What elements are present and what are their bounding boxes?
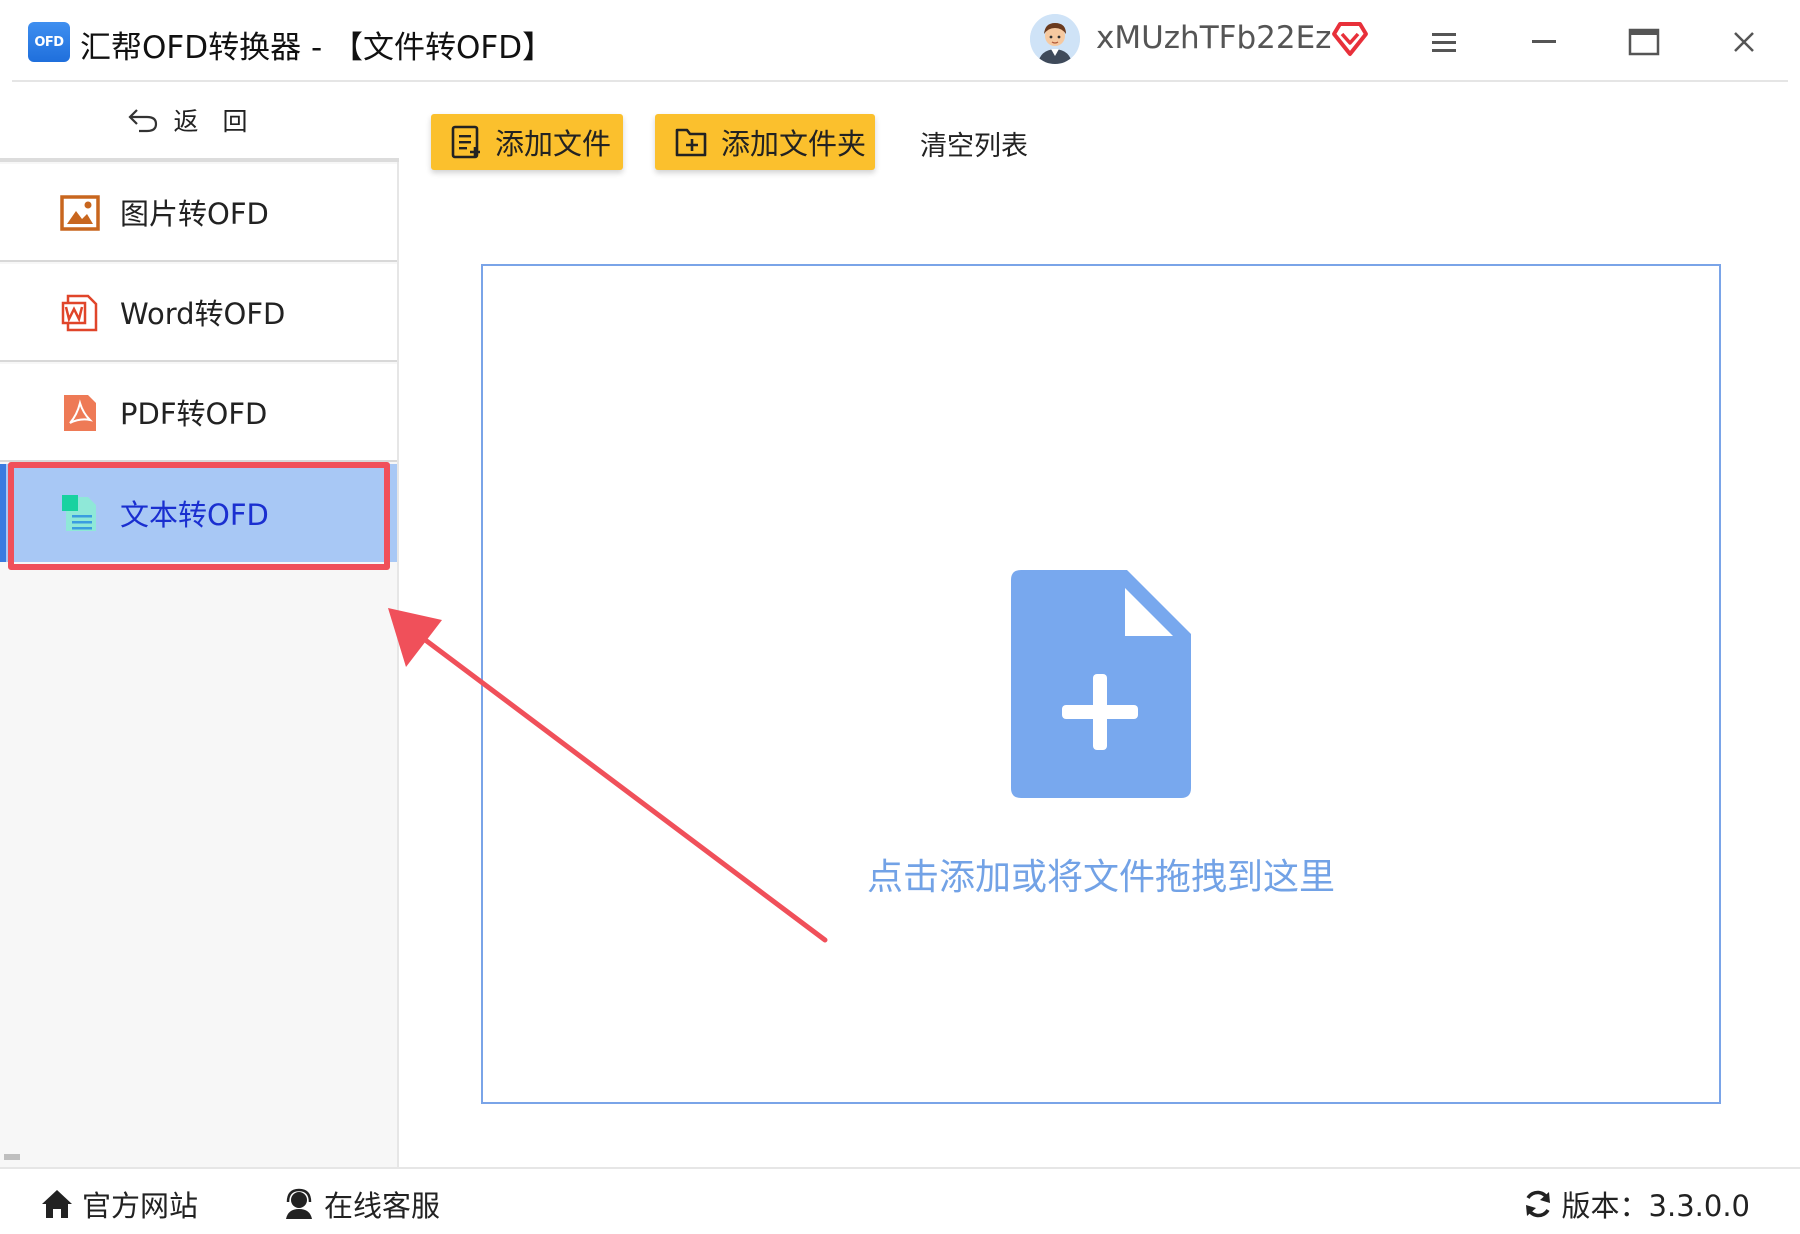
sidebar-item-word-to-ofd[interactable]: Word转OFD: [0, 264, 397, 362]
back-button[interactable]: 返回: [0, 82, 399, 162]
official-website-label: 官方网站: [82, 1189, 199, 1223]
maximize-icon[interactable]: [1620, 18, 1668, 66]
refresh-icon: [1525, 1190, 1550, 1218]
add-file-icon: [451, 125, 480, 159]
sidebar-item-label: PDF转OFD: [120, 397, 268, 431]
scrollbar-stub[interactable]: [4, 1154, 20, 1160]
sidebar: 返回 图片转OFD Word转OFD PDF转OFD 文本转OFD: [0, 82, 399, 1167]
sidebar-item-label: 文本转OFD: [120, 498, 269, 532]
ofd-logo-icon: OFD: [28, 22, 70, 62]
back-label: 返回: [173, 107, 272, 136]
sidebar-item-label: 图片转OFD: [120, 197, 269, 231]
version-label: 版本：3.3.0.0: [1561, 1189, 1750, 1223]
add-file-large-icon: [1011, 570, 1191, 798]
minimize-icon[interactable]: [1520, 18, 1568, 66]
home-icon: [42, 1190, 72, 1218]
sidebar-item-pdf-to-ofd[interactable]: PDF转OFD: [0, 364, 397, 462]
online-support-label: 在线客服: [324, 1189, 441, 1223]
back-arrow-icon: [128, 109, 158, 133]
drop-zone-hint: 点击添加或将文件拖拽到这里: [866, 857, 1335, 898]
clear-list-button[interactable]: 清空列表: [920, 124, 1028, 163]
sidebar-item-label: Word转OFD: [120, 297, 286, 331]
add-folder-icon: [675, 128, 707, 157]
official-website-link[interactable]: 官方网站: [40, 1183, 198, 1225]
sidebar-item-text-to-ofd[interactable]: 文本转OFD: [0, 464, 397, 562]
customer-service-icon: [286, 1188, 312, 1219]
text-file-icon: [62, 495, 96, 531]
word-icon: [61, 294, 98, 332]
title-bar: OFD 汇帮OFD转换器 - 【文件转OFD】 xMUzhTFb22Ez: [0, 0, 1800, 82]
hamburger-menu-icon[interactable]: [1420, 18, 1468, 66]
version-info[interactable]: 版本：3.3.0.0: [1522, 1183, 1750, 1225]
file-drop-zone[interactable]: 点击添加或将文件拖拽到这里: [481, 264, 1721, 1104]
add-folder-button[interactable]: 添加文件夹: [655, 114, 875, 170]
close-icon[interactable]: [1720, 18, 1768, 66]
diamond-heart-icon[interactable]: [1330, 18, 1370, 58]
footer-bar: 官方网站 在线客服 版本：3.3.0.0: [0, 1167, 1800, 1234]
add-file-button[interactable]: 添加文件: [431, 114, 623, 170]
active-indicator: [0, 464, 6, 562]
add-folder-label: 添加文件夹: [721, 127, 867, 161]
app-title: 汇帮OFD转换器 - 【文件转OFD】: [80, 30, 554, 66]
sidebar-item-image-to-ofd[interactable]: 图片转OFD: [0, 164, 397, 262]
online-support-link[interactable]: 在线客服: [282, 1183, 440, 1225]
image-icon: [60, 195, 100, 231]
username[interactable]: xMUzhTFb22Ez: [1096, 20, 1331, 56]
pdf-icon: [64, 395, 96, 431]
add-file-label: 添加文件: [495, 127, 612, 161]
user-avatar-icon[interactable]: [1030, 14, 1080, 64]
